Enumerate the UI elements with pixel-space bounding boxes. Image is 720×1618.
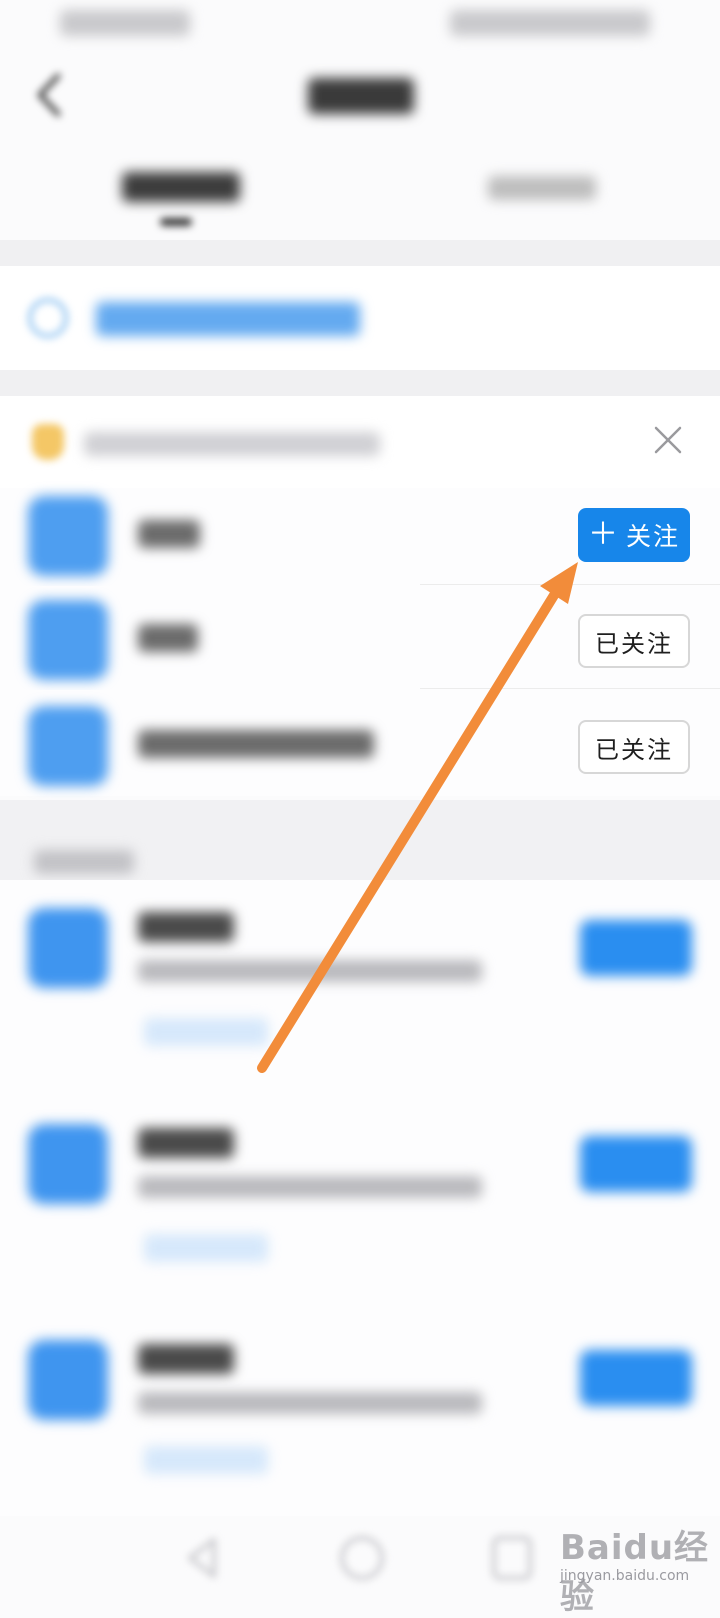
list-item-tag	[144, 1018, 268, 1046]
avatar	[28, 908, 108, 988]
nav-back-icon[interactable]	[182, 1536, 222, 1580]
tab-active-indicator	[160, 218, 192, 226]
list-item-description	[138, 1176, 482, 1198]
avatar	[28, 600, 108, 680]
list-item[interactable]	[0, 1312, 720, 1528]
nav-recent-icon[interactable]	[492, 1536, 532, 1580]
list-item-description	[138, 1392, 482, 1414]
tip-text	[84, 432, 380, 456]
add-follow-label	[96, 302, 360, 336]
avatar	[28, 1340, 108, 1420]
follow-button[interactable]: ＋ 关注	[578, 508, 690, 562]
list-item-name	[138, 912, 234, 942]
nav-home-icon[interactable]	[340, 1536, 384, 1580]
list-item-description	[138, 960, 482, 982]
list-item[interactable]	[0, 1096, 720, 1312]
section-divider	[0, 240, 720, 266]
row-divider	[420, 688, 720, 689]
status-bar-right	[450, 10, 650, 36]
list-item-name	[138, 520, 200, 548]
baidu-watermark: Baidu经验 jingyan.baidu.com	[548, 1516, 718, 1617]
plus-icon: ＋	[587, 517, 620, 552]
shield-icon	[32, 424, 64, 460]
page-title	[308, 78, 414, 114]
follow-button[interactable]	[580, 920, 692, 976]
row-divider	[420, 584, 720, 585]
tab-other[interactable]	[488, 176, 596, 200]
list-item[interactable]	[0, 880, 720, 1096]
close-icon[interactable]	[650, 422, 686, 458]
avatar	[28, 1124, 108, 1204]
tab-my-follows[interactable]	[122, 172, 240, 202]
followed-button[interactable]: 已关注	[578, 614, 690, 668]
list-item-name	[138, 1344, 234, 1374]
list-item-name	[138, 1128, 234, 1158]
watermark-subtext: jingyan.baidu.com	[560, 1568, 690, 1584]
list-item-tag	[144, 1446, 268, 1474]
follow-button[interactable]	[580, 1136, 692, 1192]
list-item-tag	[144, 1234, 268, 1262]
follow-button[interactable]	[580, 1350, 692, 1406]
avatar	[28, 496, 108, 576]
avatar	[28, 706, 108, 786]
add-circle-icon	[28, 298, 68, 338]
back-arrow-icon[interactable]	[28, 70, 72, 120]
section-title	[34, 850, 134, 874]
list-item-name	[138, 730, 374, 758]
followed-button[interactable]: 已关注	[578, 720, 690, 774]
list-item-name	[138, 624, 198, 652]
follow-button-label: 关注	[625, 522, 680, 551]
section-divider	[0, 370, 720, 396]
status-bar-left	[60, 10, 190, 36]
